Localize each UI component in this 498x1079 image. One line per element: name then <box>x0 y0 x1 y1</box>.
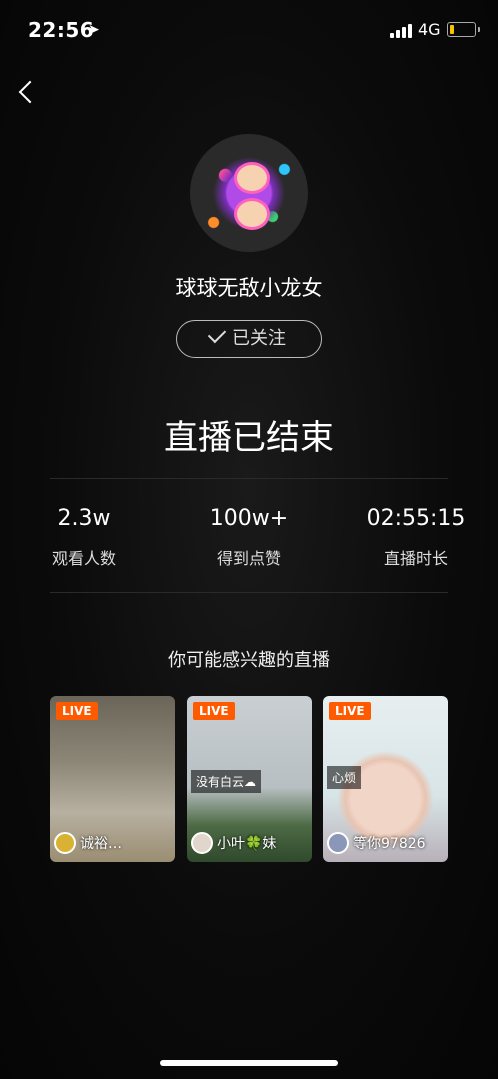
stat-label: 直播时长 <box>383 549 448 568</box>
card-tag: 心烦 <box>327 766 362 789</box>
location-arrow-icon: ➤ <box>88 22 100 38</box>
live-card[interactable]: LIVE 诚裕… <box>50 696 175 862</box>
owner-name: 小叶🍀妹 <box>217 836 277 852</box>
status-time: 22:56 <box>28 18 95 42</box>
check-icon <box>207 324 227 344</box>
live-badge: LIVE <box>329 702 371 720</box>
card-owner: 小叶🍀妹 <box>191 832 276 854</box>
stat-label: 观看人数 <box>51 549 116 568</box>
owner-avatar <box>54 832 76 854</box>
stat-value: 02:55:15 <box>366 506 466 531</box>
follow-button[interactable]: 已关注 <box>176 320 322 358</box>
owner-avatar <box>327 832 349 854</box>
stat-value: 100w+ <box>209 506 289 531</box>
battery-icon <box>447 22 480 37</box>
live-ended-title: 直播已结束 <box>164 418 334 458</box>
stat-likes: 100w+ 得到点赞 <box>169 506 329 569</box>
divider <box>50 478 448 479</box>
live-card[interactable]: LIVE 没有白云☁ 小叶🍀妹 <box>187 696 312 862</box>
network-type: 4G <box>418 20 441 39</box>
card-tag: 没有白云☁ <box>191 770 262 793</box>
back-button[interactable] <box>12 76 42 112</box>
live-badge: LIVE <box>193 702 235 720</box>
signal-icon <box>390 22 412 38</box>
home-indicator[interactable] <box>160 1060 338 1066</box>
avatar-face-icon <box>234 198 270 230</box>
owner-name: 诚裕… <box>80 836 122 852</box>
card-owner: 诚裕… <box>54 832 122 854</box>
username: 球球无敌小龙女 <box>175 276 323 300</box>
owner-avatar <box>191 832 213 854</box>
live-card[interactable]: LIVE 心烦 等你97826 <box>323 696 448 862</box>
stat-label: 得到点赞 <box>216 549 281 568</box>
avatar[interactable] <box>190 134 308 252</box>
card-owner: 等你97826 <box>327 832 426 854</box>
divider <box>50 592 448 593</box>
stat-value: 2.3w <box>57 506 111 531</box>
owner-name: 等你97826 <box>353 836 426 852</box>
live-badge: LIVE <box>56 702 98 720</box>
stat-duration: 02:55:15 直播时长 <box>336 506 496 569</box>
avatar-face-icon <box>234 162 270 194</box>
status-bar: 22:56 ➤ 4G <box>0 0 498 60</box>
stat-viewers: 2.3w 观看人数 <box>4 506 164 569</box>
follow-label: 已关注 <box>232 328 286 349</box>
recommend-title: 你可能感兴趣的直播 <box>168 650 330 671</box>
